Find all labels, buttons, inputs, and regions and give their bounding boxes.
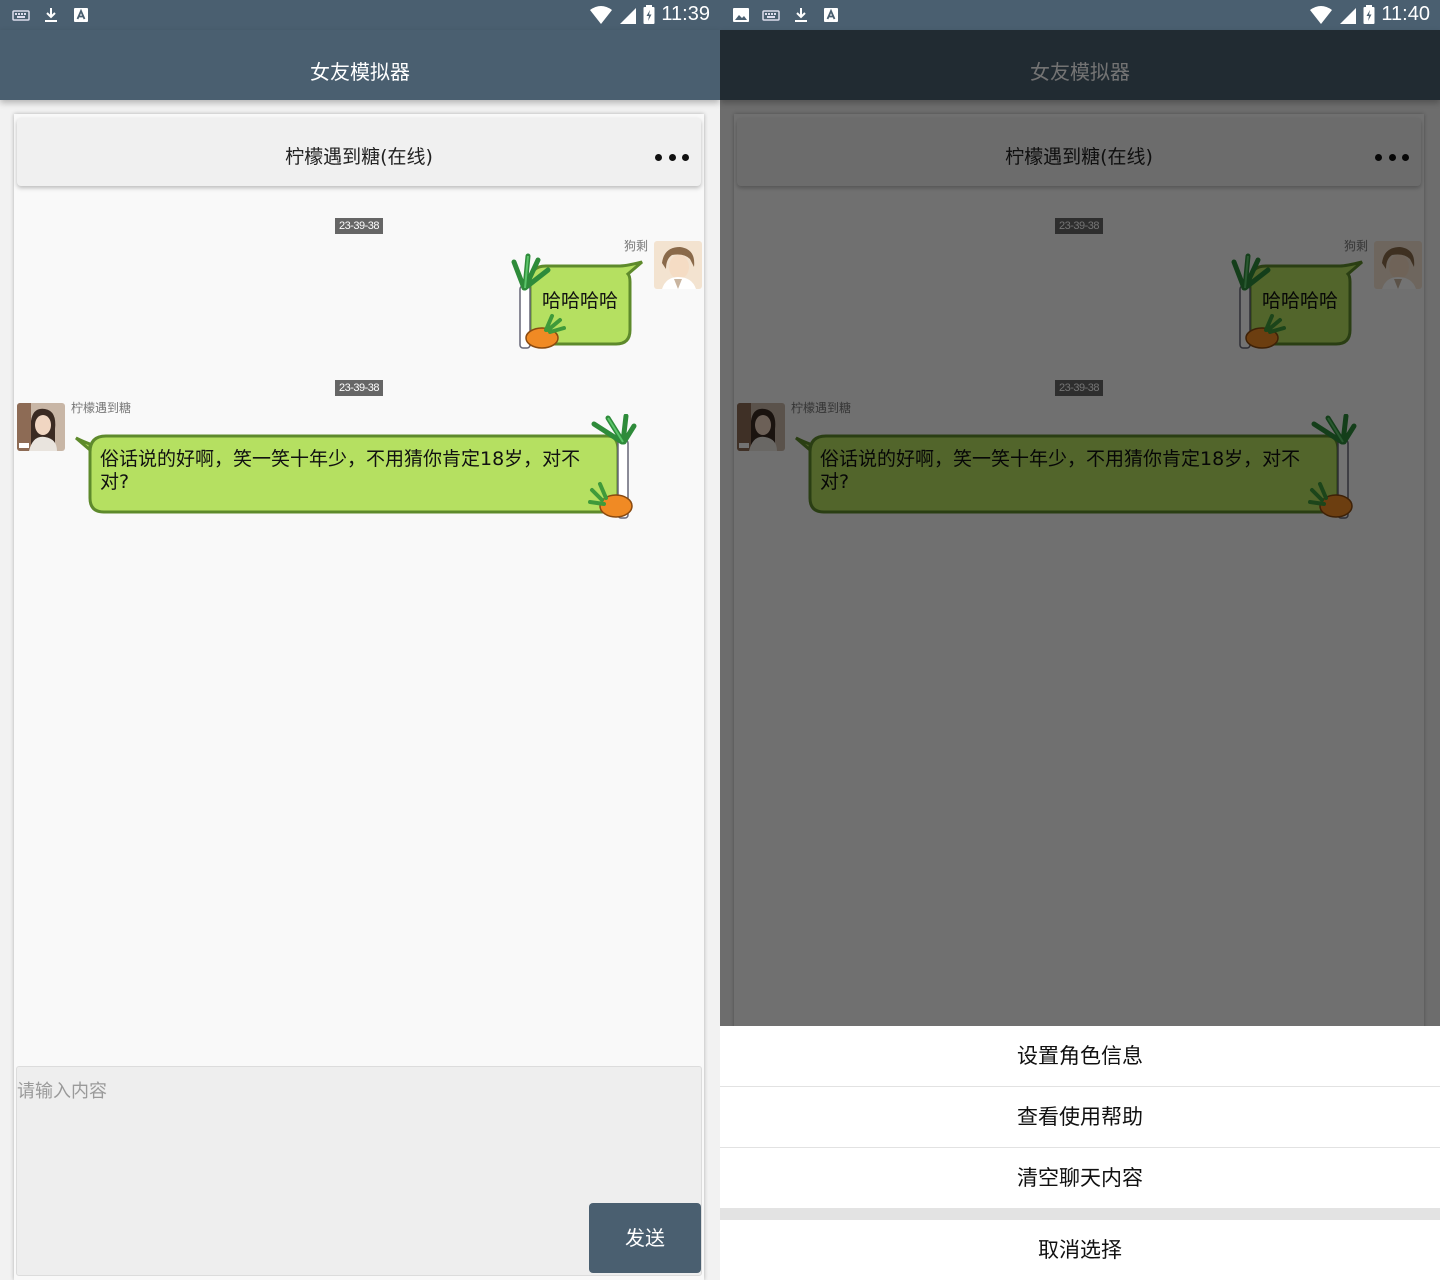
status-bar: 11:39 — [0, 0, 720, 30]
wifi-icon — [1310, 5, 1333, 24]
download-icon — [45, 8, 57, 22]
app-a-icon — [74, 8, 88, 22]
keyboard-icon — [762, 10, 780, 21]
status-bar: 11:40 — [720, 0, 1440, 30]
message-text: 俗话说的好啊，笑一笑十年少，不用猜你肯定18岁，对不对? — [100, 448, 581, 493]
send-button[interactable]: 发送 — [589, 1203, 701, 1273]
avatar[interactable] — [654, 241, 702, 289]
app-title: 女友模拟器 — [310, 60, 410, 84]
signal-icon — [620, 7, 637, 24]
message-bubble-right[interactable]: 哈哈哈哈 — [508, 252, 646, 352]
message-timestamp: 23-39-38 — [335, 218, 383, 234]
keyboard-icon — [12, 10, 30, 21]
message-text: 哈哈哈哈 — [542, 290, 619, 312]
message-bubble-left[interactable]: 俗话说的好啊，笑一笑十年少，不用猜你肯定18岁，对不对? — [74, 413, 640, 522]
menu-item-clear-chat[interactable]: 清空聊天内容 — [720, 1148, 1440, 1208]
image-icon — [733, 8, 749, 22]
input-placeholder: 请输入内容 — [17, 1081, 107, 1102]
wifi-icon — [590, 5, 613, 24]
more-dots-icon[interactable] — [655, 154, 689, 162]
menu-cancel-button[interactable]: 取消选择 — [720, 1220, 1440, 1280]
battery-icon — [643, 4, 655, 24]
app-bar: 女友模拟器 — [0, 30, 720, 100]
battery-icon — [1363, 4, 1375, 24]
menu-item-set-role-info[interactable]: 设置角色信息 — [720, 1026, 1440, 1086]
chat-partner-title: 柠檬遇到糖(在线) — [285, 146, 433, 168]
status-time: 11:40 — [1381, 3, 1430, 25]
app-a-icon — [824, 8, 838, 22]
modal-backdrop[interactable] — [720, 30, 1440, 1026]
screen-chat-with-menu: 11:40 女友模拟器 柠檬遇到糖(在线) 23-39-38 狗剩 — [720, 0, 1440, 1280]
avatar[interactable] — [17, 403, 65, 451]
message-timestamp: 23-39-38 — [335, 380, 383, 396]
chat-card: 柠檬遇到糖(在线) 23-39-38 狗剩 哈哈哈哈 — [14, 114, 704, 1280]
menu-item-view-help[interactable]: 查看使用帮助 — [720, 1087, 1440, 1147]
screen-chat: 11:39 女友模拟器 柠檬遇到糖(在线) 23-39-38 狗剩 哈哈哈哈 2… — [0, 0, 720, 1280]
divider — [720, 1208, 1440, 1220]
status-time: 11:39 — [661, 3, 710, 25]
action-sheet: 设置角色信息 查看使用帮助 清空聊天内容 取消选择 — [720, 1026, 1440, 1280]
signal-icon — [1340, 7, 1357, 24]
download-icon — [795, 8, 807, 22]
chat-header: 柠檬遇到糖(在线) — [17, 118, 701, 186]
